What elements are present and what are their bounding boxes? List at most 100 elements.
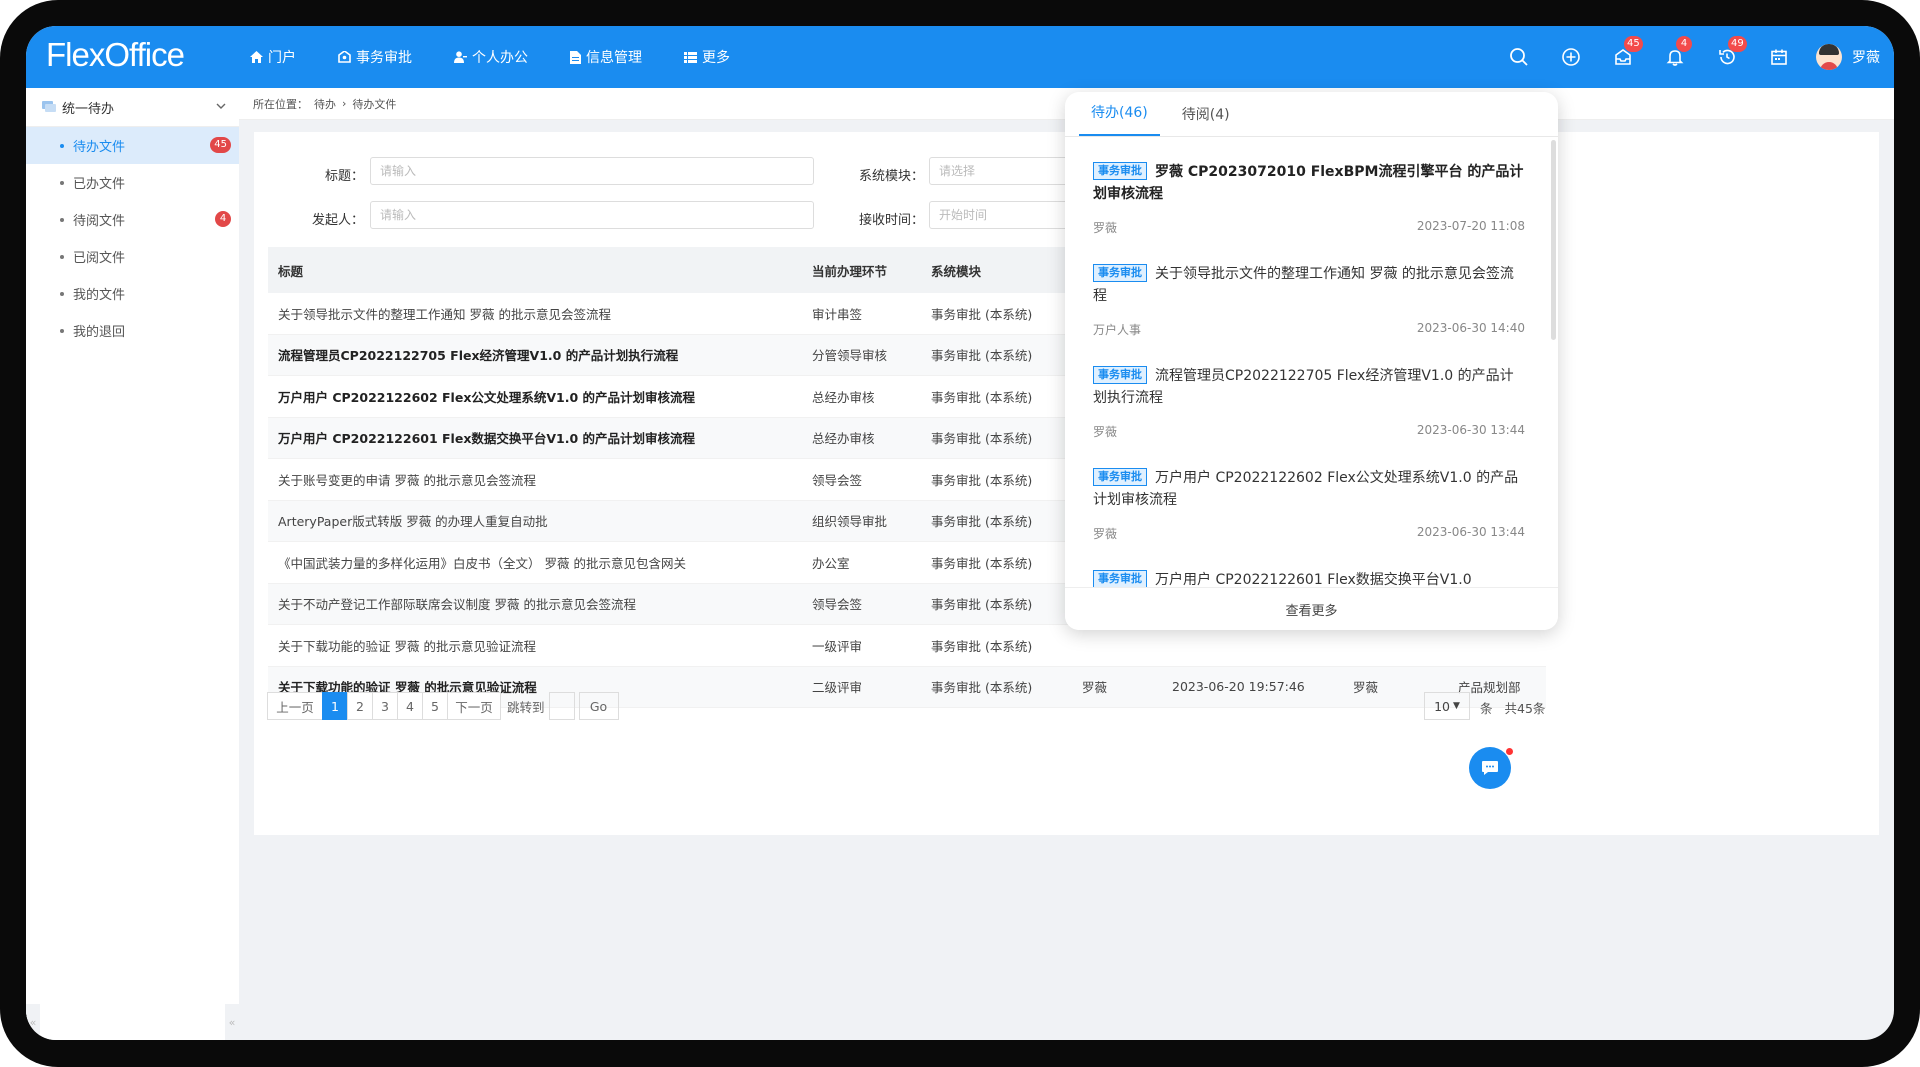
popup-item-text: 流程管理员CP2022122705 Flex经济管理V1.0 的产品计划执行流程 [1093, 368, 1514, 406]
row-initiator: 罗薇 [1072, 666, 1162, 708]
tab-todo[interactable]: 待办(46) [1079, 102, 1160, 136]
row-title[interactable]: 关于下载功能的验证 罗薇 的批示意见验证流程 [268, 624, 802, 667]
sidebar: 统一待办 待办文件 45 已办文件 待阅文件 4 已阅文件 我的文件 我的退回 [26, 88, 239, 1040]
row-step: 办公室 [802, 541, 921, 584]
sidebar-item-returned[interactable]: 我的退回 [26, 312, 239, 349]
row-title[interactable]: 关于不动产登记工作部际联席会议制度 罗薇 的批示意见会签流程 [268, 583, 802, 625]
sidebar-badge: 4 [215, 211, 231, 227]
page-button-current[interactable]: 1 [322, 692, 348, 720]
bullet-icon [60, 254, 64, 259]
row-module: 事务审批 (本系统) [921, 583, 1072, 625]
row-step: 领导会签 [802, 583, 921, 625]
sidebar-item-done[interactable]: 已办文件 [26, 164, 239, 201]
add-button[interactable] [1556, 42, 1586, 72]
initiator-input[interactable]: 请输入 [370, 201, 814, 229]
popup-item-tag: 事务审批 [1093, 570, 1147, 588]
row-title[interactable]: 《中国武装力量的多样化运用》白皮书（全文） 罗薇 的批示意见包含网关 [268, 541, 802, 584]
row-step: 领导会签 [802, 458, 921, 501]
nav-item-info[interactable]: 信息管理 [570, 26, 642, 88]
main-nav: 门户 事务审批 个人办公 信息管理 更多 [250, 26, 772, 88]
row-title[interactable]: 万户用户 CP2022122601 Flex数据交换平台V1.0 的产品计划审核… [268, 417, 802, 459]
inbox-button[interactable]: 45 [1608, 36, 1643, 72]
page-size-select[interactable]: 10 ▼ [1424, 692, 1470, 720]
popup-tabs: 待办(46) 待阅(4) [1065, 92, 1558, 137]
nav-item-portal[interactable]: 门户 [250, 26, 296, 88]
popup-item[interactable]: 事务审批 万户用户 CP2022122602 Flex公文处理系统V1.0 的产品… [1093, 467, 1525, 542]
home-icon [250, 51, 263, 63]
page-button[interactable]: 2 [347, 692, 373, 720]
module-select[interactable]: 请选择 [929, 157, 1069, 185]
row-dept [1448, 624, 1546, 667]
popup-item-title: 事务审批 万户用户 CP2022122601 Flex数据交换平台V1.0 [1093, 569, 1525, 588]
popup-item-meta: 罗薇 2023-06-30 13:44 [1093, 525, 1525, 542]
add-circle-icon [1562, 48, 1580, 66]
avatar [1816, 44, 1842, 70]
popup-item-text: 罗薇 CP2023072010 FlexBPM流程引擎平台 的产品计划审核流程 [1093, 164, 1524, 202]
nav-item-more[interactable]: 更多 [684, 26, 730, 88]
breadcrumb-item[interactable]: 待办 [314, 96, 336, 112]
prev-page-button[interactable]: 上一页 [267, 692, 323, 720]
popup-item-sender: 罗薇 [1093, 221, 1118, 235]
popup-item-time: 2023-06-30 13:44 [1416, 423, 1525, 437]
popup-item-title: 事务审批 流程管理员CP2022122705 Flex经济管理V1.0 的产品计划… [1093, 365, 1525, 409]
popup-item-time: 2023-06-30 13:44 [1416, 525, 1525, 539]
search-icon [1510, 48, 1528, 66]
row-module: 事务审批 (本系统) [921, 458, 1072, 501]
row-title[interactable]: 流程管理员CP2022122705 Flex经济管理V1.0 的产品计划执行流程 [268, 334, 802, 376]
tab-to-read[interactable]: 待阅(4) [1170, 104, 1242, 136]
row-initiator [1072, 624, 1162, 667]
sidebar-item-read[interactable]: 已阅文件 [26, 238, 239, 275]
row-title[interactable]: ArteryPaper版式转版 罗薇 的办理人重复自动批 [268, 500, 802, 542]
popup-item-title: 事务审批 罗薇 CP2023072010 FlexBPM流程引擎平台 的产品计划审… [1093, 161, 1525, 205]
jump-page-input[interactable] [548, 692, 575, 720]
calendar-button[interactable] [1764, 42, 1794, 72]
page-button[interactable]: 3 [372, 692, 398, 720]
app-logo[interactable]: FlexOffice [46, 36, 185, 74]
document-icon [570, 50, 581, 64]
popup-item[interactable]: 事务审批 流程管理员CP2022122705 Flex经济管理V1.0 的产品计划… [1093, 365, 1525, 440]
total-count: 条 共45条 [1480, 698, 1545, 717]
row-title[interactable]: 万户用户 CP2022122602 Flex公文处理系统V1.0 的产品计划审核… [268, 375, 802, 418]
popup-item-tag: 事务审批 [1093, 264, 1147, 282]
popup-item-meta: 罗薇 2023-06-30 13:44 [1093, 423, 1525, 440]
page-button[interactable]: 5 [422, 692, 448, 720]
go-button[interactable]: Go [578, 692, 619, 720]
popup-item-tag: 事务审批 [1093, 468, 1147, 486]
next-page-button[interactable]: 下一页 [447, 692, 501, 720]
user-menu[interactable]: 罗薇 [1816, 44, 1880, 70]
chat-notification-dot [1506, 748, 1513, 755]
popup-item-time: 2023-06-30 14:40 [1416, 321, 1525, 335]
column-header-module[interactable]: 系统模块 [921, 247, 1072, 293]
nav-item-personal[interactable]: 个人办公 [454, 26, 528, 88]
view-more-button[interactable]: 查看更多 [1065, 587, 1558, 630]
sidebar-group-header[interactable]: 统一待办 [26, 88, 239, 127]
row-time [1162, 624, 1343, 667]
row-module: 事务审批 (本系统) [921, 666, 1072, 708]
start-date-input[interactable]: 开始时间 [929, 201, 1069, 229]
column-header-title[interactable]: 标题 [268, 247, 802, 293]
page-button[interactable]: 4 [397, 692, 423, 720]
column-header-step[interactable]: 当前办理环节 [802, 247, 921, 293]
popup-item[interactable]: 事务审批 万户用户 CP2022122601 Flex数据交换平台V1.0 [1093, 569, 1525, 588]
popup-item[interactable]: 事务审批 关于领导批示文件的整理工作通知 罗薇 的批示意见会签流程 万户人事 202… [1093, 263, 1525, 338]
popup-scrollbar[interactable] [1551, 140, 1556, 340]
collapse-sidebar-button[interactable]: « [225, 1004, 239, 1040]
sidebar-item-label: 已阅文件 [73, 251, 126, 266]
table-row[interactable]: 关于下载功能的验证 罗薇 的批示意见验证流程 一级评审 事务审批 (本系统) [268, 624, 1546, 667]
sidebar-item-my-files[interactable]: 我的文件 [26, 275, 239, 312]
page-size-unit: 条 [1480, 701, 1493, 716]
sidebar-item-label: 我的退回 [73, 325, 126, 340]
sidebar-item-todo[interactable]: 待办文件 45 [26, 127, 239, 164]
nav-item-approval[interactable]: 事务审批 [338, 26, 412, 88]
title-input[interactable]: 请输入 [370, 157, 814, 185]
popup-item[interactable]: 事务审批 罗薇 CP2023072010 FlexBPM流程引擎平台 的产品计划审… [1093, 161, 1525, 236]
row-title[interactable]: 关于领导批示文件的整理工作通知 罗薇 的批示意见会签流程 [268, 293, 802, 335]
sidebar-item-to-read[interactable]: 待阅文件 4 [26, 201, 239, 238]
notification-button[interactable]: 4 [1660, 36, 1692, 72]
app-screen: FlexOffice 门户 事务审批 个人办公 信息管理 更多 45 4 49 … [26, 26, 1894, 1040]
collapse-left-button[interactable]: « [26, 1004, 40, 1040]
chat-button[interactable] [1469, 747, 1511, 789]
search-button[interactable] [1504, 42, 1534, 72]
row-title[interactable]: 关于账号变更的申请 罗薇 的批示意见会签流程 [268, 458, 802, 501]
history-button[interactable]: 49 [1712, 36, 1747, 72]
